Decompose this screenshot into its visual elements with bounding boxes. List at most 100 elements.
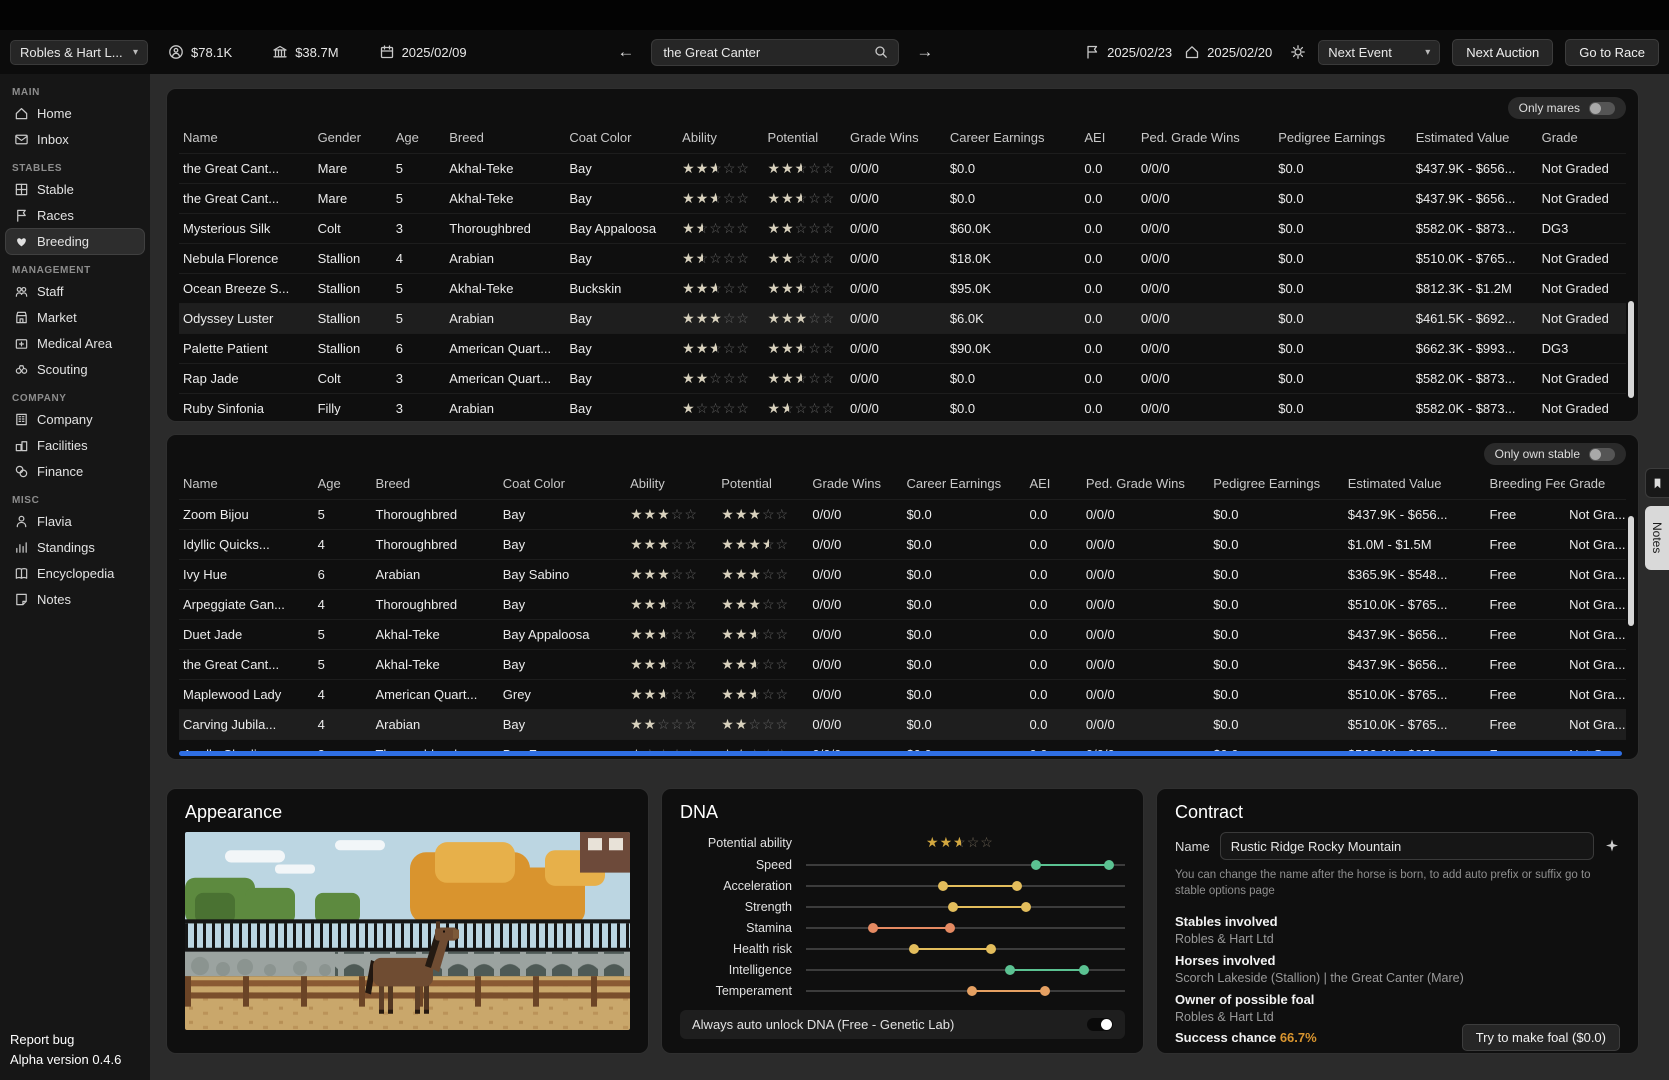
sidebar-item-company[interactable]: Company	[6, 407, 144, 432]
table-cell: Free	[1486, 649, 1566, 679]
column-header-ability[interactable]: Ability	[678, 123, 763, 153]
column-header-name[interactable]: Name	[179, 469, 314, 499]
column-header-potential[interactable]: Potential	[717, 469, 808, 499]
company-select[interactable]: Robles & Hart L... ▾	[10, 40, 148, 65]
column-header-age[interactable]: Age	[392, 123, 446, 153]
table-cell: 0/0/0	[1082, 529, 1209, 559]
sidebar-item-stable[interactable]: Stable	[6, 177, 144, 202]
table-row[interactable]: Nebula FlorenceStallion4ArabianBay★★☆☆☆☆…	[179, 243, 1626, 273]
table-row[interactable]: the Great Cant...Mare5Akhal-TekeBay★★★☆☆…	[179, 153, 1626, 183]
table-cell: Free	[1486, 499, 1566, 529]
sparkle-icon[interactable]	[1604, 838, 1620, 854]
column-header-grade-wins[interactable]: Grade Wins	[808, 469, 902, 499]
sidebar-item-breeding[interactable]: Breeding	[6, 229, 144, 254]
sidebar-item-facilities[interactable]: Facilities	[6, 433, 144, 458]
table-row[interactable]: Odyssey LusterStallion5ArabianBay★★★☆☆★★…	[179, 303, 1626, 333]
table-row[interactable]: Ruby SinfoniaFilly3ArabianBay★☆☆☆☆★★☆☆☆☆…	[179, 393, 1626, 415]
table-row[interactable]: Carving Jubila...4ArabianBay★★☆☆☆★★☆☆☆0/…	[179, 709, 1626, 739]
vertical-scrollbar[interactable]	[1628, 516, 1634, 626]
column-header-estimated-value[interactable]: Estimated Value	[1344, 469, 1486, 499]
sidebar-item-races[interactable]: Races	[6, 203, 144, 228]
next-auction-button[interactable]: Next Auction	[1452, 39, 1553, 66]
search-input[interactable]	[661, 44, 873, 61]
bookmark-tab[interactable]	[1645, 468, 1669, 498]
column-header-grade[interactable]: Grade	[1565, 469, 1626, 499]
table-row[interactable]: Idyllic Quicks...4ThoroughbredBay★★★☆☆★★…	[179, 529, 1626, 559]
column-header-coat-color[interactable]: Coat Color	[565, 123, 678, 153]
foal-name-input[interactable]	[1220, 832, 1594, 860]
column-header-breed[interactable]: Breed	[445, 123, 565, 153]
column-header-ped-grade-wins[interactable]: Ped. Grade Wins	[1137, 123, 1274, 153]
column-header-aei[interactable]: AEI	[1025, 469, 1081, 499]
column-header-career-earnings[interactable]: Career Earnings	[946, 123, 1081, 153]
table-row[interactable]: Arpeggiate Gan...4ThoroughbredBay★★★☆☆☆★…	[179, 589, 1626, 619]
table-row[interactable]: Mysterious SilkColt3ThoroughbredBay Appa…	[179, 213, 1626, 243]
column-header-ped-grade-wins[interactable]: Ped. Grade Wins	[1082, 469, 1209, 499]
search-box[interactable]	[651, 39, 899, 66]
column-header-potential[interactable]: Potential	[764, 123, 846, 153]
column-header-age[interactable]: Age	[314, 469, 372, 499]
go-to-race-button[interactable]: Go to Race	[1565, 39, 1659, 66]
report-bug-link[interactable]: Report bug	[10, 1030, 140, 1050]
table-row[interactable]: the Great Cant...5Akhal-TekeBay★★★☆☆☆★★★…	[179, 649, 1626, 679]
back-arrow[interactable]: ←	[612, 42, 639, 62]
column-header-pedigree-earnings[interactable]: Pedigree Earnings	[1209, 469, 1344, 499]
table-cell: Not Graded	[1538, 393, 1626, 415]
next-event-select[interactable]: Next Event ▾	[1318, 40, 1440, 65]
sidebar-item-staff[interactable]: Staff	[6, 279, 144, 304]
column-header-breeding-fee[interactable]: Breeding Fee	[1486, 469, 1566, 499]
table-cell: Free	[1486, 619, 1566, 649]
table-row[interactable]: Duet Jade5Akhal-TekeBay Appaloosa★★★☆☆☆★…	[179, 619, 1626, 649]
table-cell: Akhal-Teke	[371, 619, 498, 649]
table-cell: 0/0/0	[1082, 709, 1209, 739]
vertical-scrollbar[interactable]	[1628, 301, 1634, 397]
column-header-estimated-value[interactable]: Estimated Value	[1412, 123, 1538, 153]
column-header-ability[interactable]: Ability	[626, 469, 717, 499]
dna-trait-label: Temperament	[680, 984, 792, 998]
column-header-coat-color[interactable]: Coat Color	[499, 469, 626, 499]
sidebar-item-notes[interactable]: Notes	[6, 587, 144, 612]
column-header-pedigree-earnings[interactable]: Pedigree Earnings	[1274, 123, 1411, 153]
column-header-gender[interactable]: Gender	[314, 123, 392, 153]
sidebar-item-home[interactable]: Home	[6, 101, 144, 126]
sidebar-item-standings[interactable]: Standings	[6, 535, 144, 560]
forward-arrow[interactable]: →	[911, 42, 938, 62]
table-cell: Zoom Bijou	[179, 499, 314, 529]
table-row[interactable]: the Great Cant...Mare5Akhal-TekeBay★★★☆☆…	[179, 183, 1626, 213]
table-row[interactable]: Ocean Breeze S...Stallion5Akhal-TekeBuck…	[179, 273, 1626, 303]
sidebar-item-medical-area[interactable]: Medical Area	[6, 331, 144, 356]
sidebar-item-finance[interactable]: Finance	[6, 459, 144, 484]
table-row[interactable]: Rap JadeColt3American Quart...Bay★★☆☆☆★★…	[179, 363, 1626, 393]
window-titlebar	[0, 0, 1669, 30]
sidebar-item-scouting[interactable]: Scouting	[6, 357, 144, 382]
sidebar-item-inbox[interactable]: Inbox	[6, 127, 144, 152]
make-foal-button[interactable]: Try to make foal ($0.0)	[1462, 1024, 1620, 1051]
table-cell: Not Graded	[1538, 303, 1626, 333]
auto-unlock-dna-row[interactable]: Always auto unlock DNA (Free - Genetic L…	[680, 1010, 1125, 1039]
only-own-stable-toggle[interactable]: Only own stable	[1484, 443, 1626, 465]
table-row[interactable]: Palette PatientStallion6American Quart..…	[179, 333, 1626, 363]
sidebar-item-market[interactable]: Market	[6, 305, 144, 330]
column-header-aei[interactable]: AEI	[1080, 123, 1136, 153]
gear-icon[interactable]	[1290, 44, 1306, 60]
only-mares-toggle[interactable]: Only mares	[1508, 97, 1626, 119]
sidebar-item-encyclopedia[interactable]: Encyclopedia	[6, 561, 144, 586]
table-cell: $461.5K - $692...	[1412, 303, 1538, 333]
star-rating: ★★★☆☆☆	[630, 656, 698, 672]
notes-tab[interactable]: Notes	[1645, 506, 1669, 570]
horizontal-scrollbar[interactable]	[179, 751, 1622, 756]
table-row[interactable]: Maplewood Lady4American Quart...Grey★★★☆…	[179, 679, 1626, 709]
auto-unlock-switch[interactable]	[1087, 1018, 1113, 1031]
table-row[interactable]: Ivy Hue6ArabianBay Sabino★★★☆☆★★★☆☆0/0/0…	[179, 559, 1626, 589]
table-row[interactable]: Zoom Bijou5ThoroughbredBay★★★☆☆★★★☆☆0/0/…	[179, 499, 1626, 529]
column-header-grade-wins[interactable]: Grade Wins	[846, 123, 946, 153]
sidebar-item-label: Stable	[37, 182, 74, 197]
column-header-grade[interactable]: Grade	[1538, 123, 1626, 153]
column-header-breed[interactable]: Breed	[371, 469, 498, 499]
only-own-stable-switch[interactable]	[1589, 448, 1615, 461]
column-header-name[interactable]: Name	[179, 123, 314, 153]
sidebar-item-flavia[interactable]: Flavia	[6, 509, 144, 534]
column-header-career-earnings[interactable]: Career Earnings	[902, 469, 1025, 499]
only-mares-switch[interactable]	[1589, 102, 1615, 115]
table-cell: $0.0	[1274, 213, 1411, 243]
